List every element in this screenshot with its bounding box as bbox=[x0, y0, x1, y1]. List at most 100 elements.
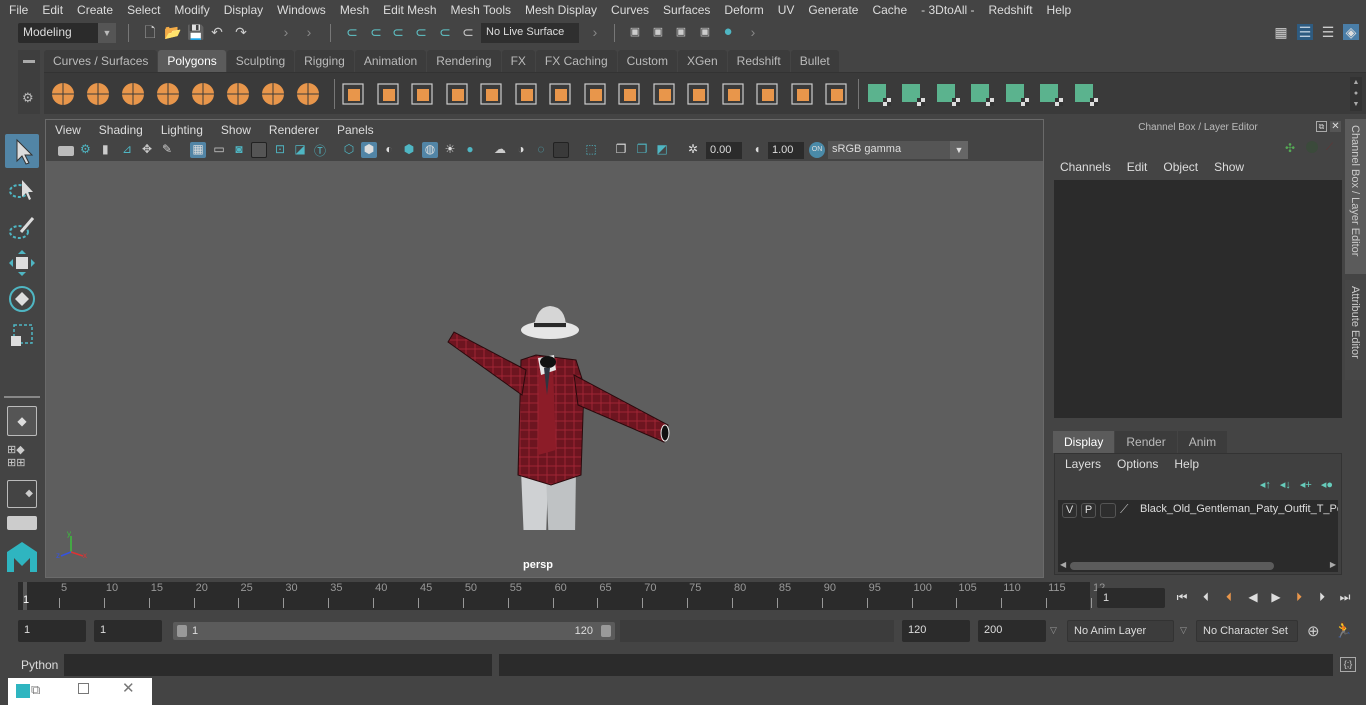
manipulator-icon[interactable]: ✣ bbox=[1285, 141, 1295, 155]
range-slider[interactable]: 1 120 bbox=[173, 622, 615, 640]
anim-layer-dropdown[interactable]: No Anim Layer bbox=[1067, 620, 1174, 642]
shelf-tab-custom[interactable]: Custom bbox=[617, 50, 677, 72]
character-set-chevron-down-icon[interactable]: ▽ bbox=[1180, 625, 1187, 636]
snap-view-plane-icon[interactable]: ⊂ bbox=[437, 24, 453, 40]
scroll-right-icon[interactable]: ▶ bbox=[1330, 560, 1336, 569]
exposure-icon[interactable]: ✲ bbox=[685, 142, 701, 158]
bookmark-icon[interactable]: ▮ bbox=[102, 142, 118, 158]
viewport-menu-renderer[interactable]: Renderer bbox=[260, 123, 328, 137]
color-space-dropdown[interactable]: sRGB gamma ▼ bbox=[828, 141, 968, 159]
new-scene-icon[interactable]: 🗋 bbox=[142, 24, 158, 40]
animation-preferences-icon[interactable]: 🏃 bbox=[1334, 621, 1353, 639]
menu-mesh-display[interactable]: Mesh Display bbox=[518, 3, 604, 17]
menu-3dtoall[interactable]: - 3DtoAll - bbox=[914, 3, 981, 17]
layer-visibility-toggle[interactable]: V bbox=[1062, 503, 1077, 518]
scroll-left-icon[interactable]: ◀ bbox=[1060, 560, 1066, 569]
use-all-lights-icon[interactable]: ☀ bbox=[442, 142, 458, 158]
menu-mesh-tools[interactable]: Mesh Tools bbox=[444, 3, 518, 17]
layer-display-type-toggle[interactable] bbox=[1100, 503, 1116, 518]
outliner-persp-layout-icon[interactable]: ◆ bbox=[7, 480, 37, 508]
smooth-icon[interactable] bbox=[444, 81, 470, 107]
isolate-select-icon[interactable]: ⬚ bbox=[583, 142, 599, 158]
undo-icon[interactable]: ↶ bbox=[209, 24, 225, 40]
shelf-tab-xgen[interactable]: XGen bbox=[677, 50, 727, 72]
offset-edge-loop-icon[interactable] bbox=[720, 81, 746, 107]
separate-icon[interactable] bbox=[375, 81, 401, 107]
mode-selector[interactable]: Modeling ▼ bbox=[18, 23, 116, 43]
layer-name[interactable]: Black_Old_Gentleman_Paty_Outfit_T_Po bbox=[1140, 503, 1338, 515]
collapse-arrow-icon[interactable]: › bbox=[278, 24, 294, 40]
shelf-tab-animation[interactable]: Animation bbox=[354, 50, 427, 72]
move-layer-up-icon[interactable]: ◂↑ bbox=[1260, 478, 1271, 491]
xray-icon[interactable]: ❐ bbox=[613, 142, 629, 158]
poke-icon[interactable] bbox=[789, 81, 815, 107]
hypershade-icon[interactable]: ● bbox=[720, 24, 736, 40]
bevel-icon[interactable] bbox=[651, 81, 677, 107]
script-editor-icon[interactable]: {;} bbox=[1340, 657, 1356, 672]
xray-joints-icon[interactable]: ❐ bbox=[634, 142, 650, 158]
snap-curve-icon[interactable]: ⊂ bbox=[368, 24, 384, 40]
collapse-arrow-icon[interactable]: › bbox=[301, 24, 317, 40]
xray-components-icon[interactable]: ◩ bbox=[654, 142, 670, 158]
select-camera-icon[interactable] bbox=[58, 146, 74, 156]
modeling-toolkit-icon[interactable]: ▦ bbox=[1273, 24, 1289, 40]
close-icon[interactable]: ✕ bbox=[122, 679, 135, 697]
move-layer-down-icon[interactable]: ◂↓ bbox=[1280, 478, 1291, 491]
playback-start-field[interactable]: 1 bbox=[94, 620, 162, 642]
persp-graph-layout-icon[interactable] bbox=[7, 516, 37, 530]
go-to-end-icon[interactable]: ⏭ bbox=[1337, 589, 1353, 605]
multicut-icon[interactable] bbox=[547, 81, 573, 107]
merge-icon[interactable] bbox=[754, 81, 780, 107]
menu-surfaces[interactable]: Surfaces bbox=[656, 3, 717, 17]
cone-icon[interactable] bbox=[155, 81, 181, 107]
step-forward-key-icon[interactable]: ⏵ bbox=[1291, 589, 1307, 605]
select-tool-icon[interactable] bbox=[5, 134, 39, 168]
wireframe-on-shaded-icon[interactable]: ⬢ bbox=[401, 142, 417, 158]
contour-stretch-uv-icon[interactable] bbox=[1004, 81, 1030, 107]
layer-menu-options[interactable]: Options bbox=[1109, 457, 1166, 471]
speed-icon[interactable]: ⟋ bbox=[1326, 142, 1333, 153]
shelf-tab-rigging[interactable]: Rigging bbox=[295, 50, 354, 72]
move-tool-icon[interactable] bbox=[5, 246, 39, 280]
gamma-field[interactable]: 1.00 bbox=[768, 142, 804, 159]
bridge-icon[interactable] bbox=[616, 81, 642, 107]
uv-editor-icon[interactable] bbox=[1038, 81, 1064, 107]
shelf-scroll[interactable]: ▲ ● ▼ bbox=[1350, 77, 1362, 111]
play-backwards-icon[interactable]: ◀ bbox=[1245, 589, 1261, 605]
spherical-uv-icon[interactable] bbox=[935, 81, 961, 107]
make-live-icon[interactable]: ⊂ bbox=[460, 24, 476, 40]
menu-create[interactable]: Create bbox=[70, 3, 120, 17]
shelf-tab-redshift[interactable]: Redshift bbox=[727, 50, 790, 72]
menu-help[interactable]: Help bbox=[1040, 3, 1079, 17]
viewport-menu-show[interactable]: Show bbox=[212, 123, 260, 137]
textured-icon[interactable]: ◍ bbox=[422, 142, 438, 158]
collapse-arrow-icon[interactable]: › bbox=[587, 24, 603, 40]
paint-select-tool-icon[interactable] bbox=[5, 210, 39, 244]
snap-grid-icon[interactable]: ⊂ bbox=[344, 24, 360, 40]
gate-mask-icon[interactable] bbox=[251, 142, 267, 158]
tool-settings-toggle-icon[interactable]: ☰ bbox=[1320, 24, 1336, 40]
resolution-gate-icon[interactable]: ◙ bbox=[231, 142, 247, 158]
layer-tab-render[interactable]: Render bbox=[1115, 431, 1177, 453]
snap-point-icon[interactable]: ⊂ bbox=[390, 24, 406, 40]
float-panel-icon[interactable]: ⧉ bbox=[1316, 121, 1327, 132]
camera-attributes-icon[interactable]: ⚙ bbox=[80, 142, 96, 158]
four-view-layout-icon[interactable]: ⊞◆ ⊞⊞ bbox=[7, 444, 37, 472]
depth-of-field-icon[interactable] bbox=[553, 142, 569, 158]
step-forward-frame-icon[interactable]: ⏵ bbox=[1314, 589, 1330, 605]
menu-deform[interactable]: Deform bbox=[717, 3, 770, 17]
shelf-tab-polygons[interactable]: Polygons bbox=[158, 50, 226, 72]
menu-file[interactable]: File bbox=[0, 3, 35, 17]
fill-hole-icon[interactable] bbox=[823, 81, 849, 107]
character-model[interactable] bbox=[426, 210, 686, 530]
layer-scrollbar-thumb[interactable] bbox=[1070, 562, 1274, 570]
restore-icon[interactable]: ⧉ bbox=[31, 682, 40, 698]
exposure-field[interactable]: 0.00 bbox=[706, 142, 742, 159]
auto-key-icon[interactable]: ⊕ bbox=[1307, 622, 1320, 640]
menu-windows[interactable]: Windows bbox=[270, 3, 333, 17]
grease-pencil-icon[interactable]: ✎ bbox=[162, 142, 178, 158]
redo-icon[interactable]: ↷ bbox=[233, 24, 249, 40]
menu-display[interactable]: Display bbox=[217, 3, 270, 17]
menu-cache[interactable]: Cache bbox=[865, 3, 914, 17]
menu-uv[interactable]: UV bbox=[771, 3, 802, 17]
